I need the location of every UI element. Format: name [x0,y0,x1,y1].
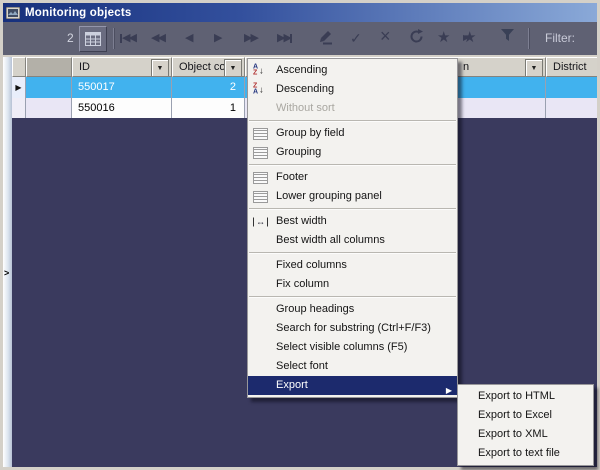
fixed-column-header[interactable] [26,57,72,77]
id-cell[interactable]: 550017 [72,77,172,98]
menu-item-export-to-text-file[interactable]: Export to text file [458,444,593,463]
star-icon: ★ [437,29,451,46]
sort-ascending-icon: A Z ↓ [253,63,264,77]
filter-label: Filter: [545,31,575,45]
menu-item-lower-grouping-panel[interactable]: Lower grouping panel [248,187,457,206]
monitoring-objects-window: Monitoring objects 2 ◀◀ ◀◀ ◀ ▶ ▶▶ ▶▶ ✓ ×… [0,0,600,470]
best-width-icon: ↔ [253,216,268,226]
export-submenu: Export to HTML Export to Excel Export to… [457,384,594,466]
menu-separator [249,208,456,210]
id-filter-dropdown-button[interactable]: ▼ [151,59,169,76]
menu-separator [249,120,456,122]
menu-item-fix-column[interactable]: Fix column [248,275,457,294]
nav-fast-prev-button[interactable]: ◀◀ [151,30,166,46]
column-header-district-label: District [553,61,587,73]
nav-next-button[interactable]: ▶ [214,30,223,46]
menu-item-export-to-excel[interactable]: Export to Excel [458,406,593,425]
group-by-field-icon [253,127,268,140]
nav-fast-prev-icon: ◀◀ [151,32,166,44]
app-icon [6,6,20,19]
district-cell[interactable] [546,77,597,98]
menu-item-select-visible-columns[interactable]: Select visible columns (F5) [248,338,457,357]
edit-pencil-icon [320,31,332,45]
sort-descending-icon: Z A ↓ [253,82,264,96]
menu-item-descending[interactable]: Z A ↓ Descending [248,80,457,99]
object-count-filter-dropdown-button[interactable]: ▼ [224,59,242,76]
lower-grouping-panel-icon [253,190,268,203]
district-cell[interactable] [546,98,597,118]
filter-funnel-icon [501,29,514,41]
row-indicator-cell [12,98,26,118]
fixed-cell[interactable] [26,77,72,98]
footer-icon [253,171,268,184]
nav-fast-next-icon: ▶▶ [244,32,259,44]
grid-view-icon [85,32,101,46]
nav-first-button[interactable]: ◀◀ [120,30,137,46]
splitter-expand-icon[interactable]: > [4,268,9,278]
menu-separator [249,252,456,254]
menu-item-export-to-html[interactable]: Export to HTML [458,387,593,406]
menu-item-without-sort: Without sort [276,102,335,114]
grid-view-button[interactable] [79,26,107,52]
chevron-down-icon: ▼ [229,64,237,72]
menu-item-footer[interactable]: Footer [248,168,457,187]
menu-item-best-width-all-columns[interactable]: Best width all columns [248,231,457,250]
toolbar: 2 ◀◀ ◀◀ ◀ ▶ ▶▶ ▶▶ ✓ × ★ ▶ ★ Filter: [3,22,597,57]
refresh-icon [410,29,423,43]
menu-separator [249,164,456,166]
fixed-cell[interactable] [26,98,72,118]
cancel-x-icon: × [380,26,391,46]
chevron-down-icon: ▼ [530,64,538,72]
submenu-arrow-icon: ▶ [445,386,452,395]
column-header-district[interactable]: District [546,57,597,77]
title-bar: Monitoring objects [3,3,597,22]
toolbar-separator [528,28,530,49]
menu-separator [249,296,456,298]
row-indicator-header[interactable] [12,57,26,77]
nav-next-icon: ▶ [214,32,223,44]
record-count: 2 [67,31,74,45]
row-indicator-cell: ▶ [12,77,26,98]
menu-item-grouping[interactable]: Grouping [248,143,457,162]
menu-item-search-for-substring[interactable]: Search for substring (Ctrl+F/F3) [248,319,457,338]
menu-item-fixed-columns[interactable]: Fixed columns [248,256,457,275]
nav-last-icon: ▶▶ [277,32,292,44]
hidden-column-filter-dropdown-button[interactable]: ▼ [525,59,543,76]
window-title: Monitoring objects [25,6,132,19]
id-cell[interactable]: 550016 [72,98,172,118]
nav-last-button[interactable]: ▶▶ [277,30,292,46]
menu-item-group-by-field[interactable]: Group by field [248,124,457,143]
column-header-object-count-label: Object co [179,61,226,73]
menu-item-export-to-xml[interactable]: Export to XML [458,425,593,444]
toolbar-separator [113,28,115,49]
menu-item-export[interactable]: Export ▶ [248,376,457,395]
nav-prev-button[interactable]: ◀ [185,30,194,46]
column-header-id-label: ID [79,61,90,73]
chevron-down-icon: ▼ [156,64,164,72]
menu-item-select-font[interactable]: Select font [248,357,457,376]
object-count-cell[interactable]: 1 [172,98,245,118]
object-count-cell[interactable]: 2 [172,77,245,98]
left-splitter[interactable]: > [3,57,12,467]
menu-item-best-width[interactable]: ↔ Best width [248,212,457,231]
column-header-object-count[interactable]: Object co ▼ [172,57,245,77]
grid-context-menu: A Z ↓ Ascending Z A ↓ Descending Without sor… [247,58,458,398]
column-header-id[interactable]: ID ▼ [72,57,172,77]
nav-fast-next-button[interactable]: ▶▶ [244,30,259,46]
menu-item-group-headings[interactable]: Group headings [248,300,457,319]
menu-item-ascending[interactable]: A Z ↓ Ascending [248,61,457,80]
grouping-icon [253,146,268,159]
nav-prev-icon: ◀ [185,32,194,44]
column-header-hidden-label: n [463,61,470,73]
confirm-check-icon: ✓ [350,30,362,46]
